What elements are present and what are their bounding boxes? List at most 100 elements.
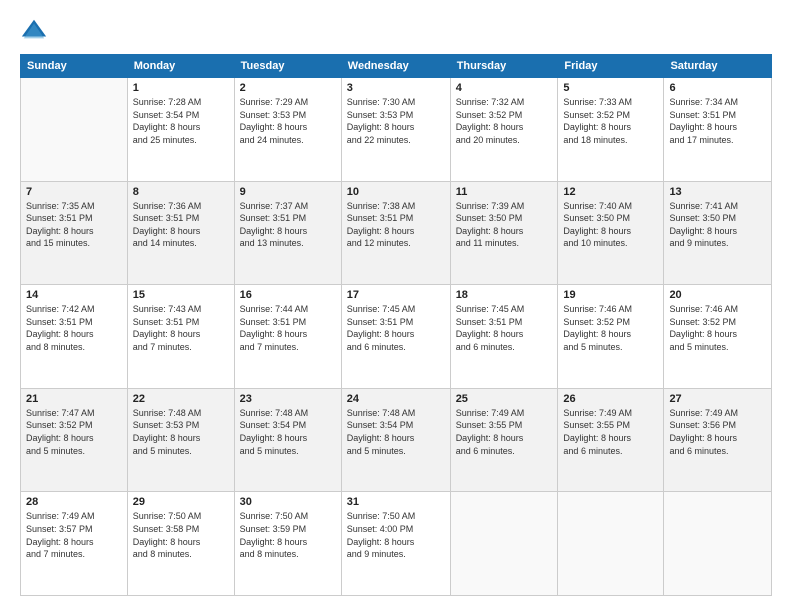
day-number: 25	[456, 393, 553, 405]
week-row-4: 21 Sunrise: 7:47 AM Sunset: 3:52 PM Dayli…	[21, 388, 772, 492]
calendar-cell: 24 Sunrise: 7:48 AM Sunset: 3:54 PM Dayli…	[341, 388, 450, 492]
day-number: 30	[240, 496, 336, 508]
day-number: 23	[240, 393, 336, 405]
day-number: 22	[133, 393, 229, 405]
day-info: Sunrise: 7:47 AM Sunset: 3:52 PM Dayligh…	[26, 407, 122, 457]
calendar-cell: 16Sunrise: 7:44 AM Sunset: 3:51 PM Dayli…	[234, 285, 341, 389]
calendar-cell: 11 Sunrise: 7:39 AM Sunset: 3:50 PM Dayli…	[450, 181, 558, 285]
calendar-cell: 9 Sunrise: 7:37 AM Sunset: 3:51 PM Daylig…	[234, 181, 341, 285]
day-number: 10	[347, 186, 445, 198]
calendar-cell: 4Sunrise: 7:32 AM Sunset: 3:52 PM Daylig…	[450, 78, 558, 182]
day-info: Sunrise: 7:49 AM Sunset: 3:57 PM Dayligh…	[26, 510, 122, 560]
day-number: 29	[133, 496, 229, 508]
day-info: Sunrise: 7:39 AM Sunset: 3:50 PM Dayligh…	[456, 200, 553, 250]
day-info: Sunrise: 7:44 AM Sunset: 3:51 PM Dayligh…	[240, 303, 336, 353]
day-number: 28	[26, 496, 122, 508]
calendar-cell: 3 Sunrise: 7:30 AM Sunset: 3:53 PM Daylig…	[341, 78, 450, 182]
calendar-body: 1Sunrise: 7:28 AM Sunset: 3:54 PM Daylig…	[21, 78, 772, 596]
day-info: Sunrise: 7:43 AM Sunset: 3:51 PM Dayligh…	[133, 303, 229, 353]
calendar-cell: 17Sunrise: 7:45 AM Sunset: 3:51 PM Dayli…	[341, 285, 450, 389]
day-number: 24	[347, 393, 445, 405]
day-info: Sunrise: 7:48 AM Sunset: 3:54 PM Dayligh…	[347, 407, 445, 457]
day-number: 27	[669, 393, 766, 405]
day-info: Sunrise: 7:30 AM Sunset: 3:53 PM Dayligh…	[347, 96, 445, 146]
calendar-cell	[558, 492, 664, 596]
calendar-cell: 8 Sunrise: 7:36 AM Sunset: 3:51 PM Daylig…	[127, 181, 234, 285]
day-number: 7	[26, 186, 122, 198]
calendar-cell: 31 Sunrise: 7:50 AM Sunset: 4:00 PM Dayli…	[341, 492, 450, 596]
calendar-cell: 29Sunrise: 7:50 AM Sunset: 3:58 PM Dayli…	[127, 492, 234, 596]
day-number: 2	[240, 82, 336, 94]
logo-icon	[20, 16, 48, 44]
day-info: Sunrise: 7:33 AM Sunset: 3:52 PM Dayligh…	[563, 96, 658, 146]
day-info: Sunrise: 7:46 AM Sunset: 3:52 PM Dayligh…	[563, 303, 658, 353]
header	[20, 16, 772, 44]
calendar-cell: 23 Sunrise: 7:48 AM Sunset: 3:54 PM Dayli…	[234, 388, 341, 492]
calendar-cell: 30 Sunrise: 7:50 AM Sunset: 3:59 PM Dayli…	[234, 492, 341, 596]
week-row-5: 28 Sunrise: 7:49 AM Sunset: 3:57 PM Dayli…	[21, 492, 772, 596]
calendar-cell	[664, 492, 772, 596]
day-number: 3	[347, 82, 445, 94]
day-number: 13	[669, 186, 766, 198]
day-number: 26	[563, 393, 658, 405]
day-number: 14	[26, 289, 122, 301]
calendar-cell: 22 Sunrise: 7:48 AM Sunset: 3:53 PM Dayli…	[127, 388, 234, 492]
day-number: 8	[133, 186, 229, 198]
day-info: Sunrise: 7:37 AM Sunset: 3:51 PM Dayligh…	[240, 200, 336, 250]
day-number: 6	[669, 82, 766, 94]
day-info: Sunrise: 7:29 AM Sunset: 3:53 PM Dayligh…	[240, 96, 336, 146]
calendar-cell	[450, 492, 558, 596]
page: SundayMondayTuesdayWednesdayThursdayFrid…	[0, 0, 792, 612]
day-info: Sunrise: 7:50 AM Sunset: 4:00 PM Dayligh…	[347, 510, 445, 560]
day-number: 18	[456, 289, 553, 301]
calendar-cell: 5Sunrise: 7:33 AM Sunset: 3:52 PM Daylig…	[558, 78, 664, 182]
day-info: Sunrise: 7:28 AM Sunset: 3:54 PM Dayligh…	[133, 96, 229, 146]
calendar-cell: 20Sunrise: 7:46 AM Sunset: 3:52 PM Dayli…	[664, 285, 772, 389]
day-info: Sunrise: 7:35 AM Sunset: 3:51 PM Dayligh…	[26, 200, 122, 250]
calendar-cell	[21, 78, 128, 182]
day-number: 9	[240, 186, 336, 198]
calendar-cell: 6 Sunrise: 7:34 AM Sunset: 3:51 PM Daylig…	[664, 78, 772, 182]
day-info: Sunrise: 7:48 AM Sunset: 3:53 PM Dayligh…	[133, 407, 229, 457]
day-number: 31	[347, 496, 445, 508]
day-info: Sunrise: 7:49 AM Sunset: 3:55 PM Dayligh…	[456, 407, 553, 457]
day-info: Sunrise: 7:50 AM Sunset: 3:59 PM Dayligh…	[240, 510, 336, 560]
day-info: Sunrise: 7:40 AM Sunset: 3:50 PM Dayligh…	[563, 200, 658, 250]
calendar-cell: 18 Sunrise: 7:45 AM Sunset: 3:51 PM Dayli…	[450, 285, 558, 389]
day-info: Sunrise: 7:34 AM Sunset: 3:51 PM Dayligh…	[669, 96, 766, 146]
days-of-week-row: SundayMondayTuesdayWednesdayThursdayFrid…	[21, 55, 772, 78]
day-number: 21	[26, 393, 122, 405]
day-info: Sunrise: 7:49 AM Sunset: 3:55 PM Dayligh…	[563, 407, 658, 457]
day-info: Sunrise: 7:32 AM Sunset: 3:52 PM Dayligh…	[456, 96, 553, 146]
calendar-cell: 1Sunrise: 7:28 AM Sunset: 3:54 PM Daylig…	[127, 78, 234, 182]
week-row-1: 1Sunrise: 7:28 AM Sunset: 3:54 PM Daylig…	[21, 78, 772, 182]
day-number: 11	[456, 186, 553, 198]
day-info: Sunrise: 7:45 AM Sunset: 3:51 PM Dayligh…	[456, 303, 553, 353]
dow-header-tuesday: Tuesday	[234, 55, 341, 78]
calendar-cell: 25 Sunrise: 7:49 AM Sunset: 3:55 PM Dayli…	[450, 388, 558, 492]
day-info: Sunrise: 7:49 AM Sunset: 3:56 PM Dayligh…	[669, 407, 766, 457]
calendar-cell: 19Sunrise: 7:46 AM Sunset: 3:52 PM Dayli…	[558, 285, 664, 389]
dow-header-friday: Friday	[558, 55, 664, 78]
calendar-cell: 13 Sunrise: 7:41 AM Sunset: 3:50 PM Dayli…	[664, 181, 772, 285]
day-info: Sunrise: 7:41 AM Sunset: 3:50 PM Dayligh…	[669, 200, 766, 250]
day-info: Sunrise: 7:48 AM Sunset: 3:54 PM Dayligh…	[240, 407, 336, 457]
dow-header-sunday: Sunday	[21, 55, 128, 78]
dow-header-saturday: Saturday	[664, 55, 772, 78]
week-row-3: 14 Sunrise: 7:42 AM Sunset: 3:51 PM Dayli…	[21, 285, 772, 389]
calendar-cell: 15 Sunrise: 7:43 AM Sunset: 3:51 PM Dayli…	[127, 285, 234, 389]
dow-header-wednesday: Wednesday	[341, 55, 450, 78]
day-info: Sunrise: 7:38 AM Sunset: 3:51 PM Dayligh…	[347, 200, 445, 250]
day-number: 12	[563, 186, 658, 198]
day-info: Sunrise: 7:45 AM Sunset: 3:51 PM Dayligh…	[347, 303, 445, 353]
day-info: Sunrise: 7:36 AM Sunset: 3:51 PM Dayligh…	[133, 200, 229, 250]
calendar-cell: 12 Sunrise: 7:40 AM Sunset: 3:50 PM Dayli…	[558, 181, 664, 285]
day-info: Sunrise: 7:46 AM Sunset: 3:52 PM Dayligh…	[669, 303, 766, 353]
calendar-cell: 26 Sunrise: 7:49 AM Sunset: 3:55 PM Dayli…	[558, 388, 664, 492]
dow-header-thursday: Thursday	[450, 55, 558, 78]
calendar-cell: 7 Sunrise: 7:35 AM Sunset: 3:51 PM Daylig…	[21, 181, 128, 285]
day-number: 15	[133, 289, 229, 301]
calendar-table: SundayMondayTuesdayWednesdayThursdayFrid…	[20, 54, 772, 596]
dow-header-monday: Monday	[127, 55, 234, 78]
day-info: Sunrise: 7:42 AM Sunset: 3:51 PM Dayligh…	[26, 303, 122, 353]
